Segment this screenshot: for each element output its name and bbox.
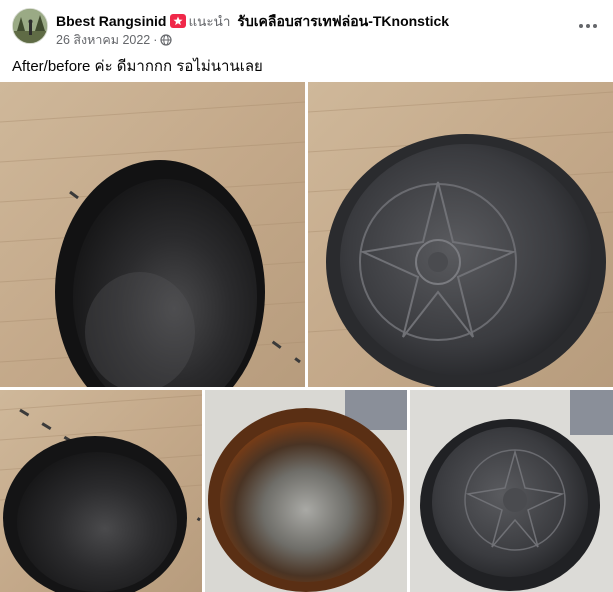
photo-pan-bottom-after[interactable] bbox=[308, 82, 613, 387]
photo-gallery bbox=[0, 82, 613, 592]
pan-side-after-image bbox=[0, 390, 202, 592]
post-caption: After/before ค่ะ ดีมากกก รอไม่นานเลย bbox=[12, 58, 263, 75]
more-options-button[interactable] bbox=[574, 12, 602, 40]
group-name-link[interactable]: รับเคลือบสารเทฟล่อน-TKnonstick bbox=[237, 13, 449, 29]
globe-icon bbox=[160, 34, 173, 46]
pan-inside-before-image bbox=[205, 390, 407, 592]
avatar[interactable] bbox=[12, 8, 48, 44]
photo-pan-side-after[interactable] bbox=[0, 390, 202, 592]
pan-bottom-after-2-image bbox=[410, 390, 613, 592]
recommend-badge-label: แนะนำ bbox=[188, 14, 231, 29]
photo-pan-inside-before[interactable] bbox=[205, 390, 407, 592]
more-options-icon bbox=[579, 24, 597, 28]
post-meta: 26 สิงหาคม 2022 · bbox=[56, 30, 173, 50]
pan-bottom-after-image bbox=[308, 82, 613, 387]
recommend-badge-icon bbox=[170, 14, 187, 28]
post-header: Bbest Rangsinid แนะนำ รับเคลือบสารเทฟล่อ… bbox=[12, 8, 602, 48]
post-date-link[interactable]: 26 สิงหาคม 2022 bbox=[56, 33, 150, 47]
author-name-link[interactable]: Bbest Rangsinid bbox=[56, 13, 166, 29]
pan-inside-after-image bbox=[0, 82, 305, 387]
photo-pan-inside-after[interactable] bbox=[0, 82, 305, 387]
meta-separator: · bbox=[153, 33, 158, 47]
photo-pan-bottom-after-2[interactable] bbox=[410, 390, 613, 592]
avatar-image bbox=[13, 9, 47, 43]
